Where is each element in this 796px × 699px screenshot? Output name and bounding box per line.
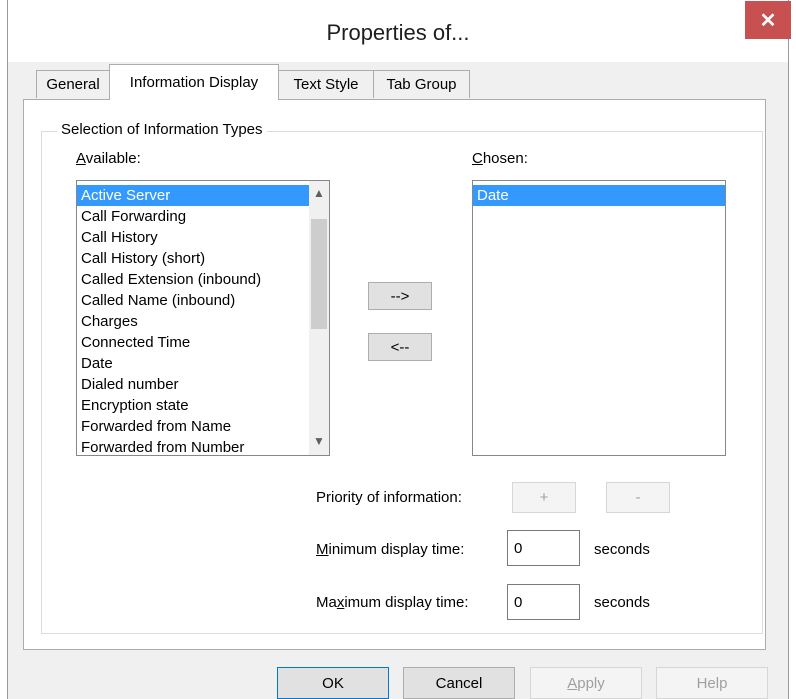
remove-from-chosen-button[interactable]: <--: [368, 333, 432, 361]
available-listbox[interactable]: Active Server Call Forwarding Call History…: [76, 180, 330, 456]
priority-down-button[interactable]: -: [606, 482, 670, 513]
list-item[interactable]: Called Name (inbound): [77, 290, 329, 311]
max-display-time-input[interactable]: 0: [507, 584, 580, 620]
group-legend: Selection of Information Types: [57, 121, 267, 138]
apply-button[interactable]: Apply: [530, 667, 642, 699]
list-item[interactable]: Charges: [77, 311, 329, 332]
scroll-down-icon[interactable]: ▼: [309, 431, 329, 451]
list-item[interactable]: Dialed number: [77, 374, 329, 395]
list-item[interactable]: Date: [77, 353, 329, 374]
list-item[interactable]: Call History: [77, 227, 329, 248]
title-bar: Properties of... ✕: [8, 0, 791, 62]
scroll-up-icon[interactable]: ▲: [309, 183, 329, 203]
list-item[interactable]: Called Extension (inbound): [77, 269, 329, 290]
chosen-listbox[interactable]: Date: [472, 180, 726, 456]
tab-information-display[interactable]: Information Display: [109, 64, 279, 100]
min-display-time-input[interactable]: 0: [507, 530, 580, 566]
ok-button[interactable]: OK: [277, 667, 389, 699]
list-item[interactable]: Call Forwarding: [77, 206, 329, 227]
list-item[interactable]: Call History (short): [77, 248, 329, 269]
max-seconds-label: seconds: [594, 594, 650, 611]
tab-tab-group[interactable]: Tab Group: [373, 70, 470, 98]
close-icon: ✕: [759, 9, 777, 32]
list-item[interactable]: Date: [473, 185, 725, 206]
priority-label: Priority of information:: [316, 489, 462, 506]
cancel-button[interactable]: Cancel: [403, 667, 515, 699]
chosen-label: Chosen:: [472, 150, 528, 167]
list-item[interactable]: Active Server: [77, 185, 329, 206]
min-seconds-label: seconds: [594, 541, 650, 558]
min-display-time-label: Minimum display time:: [316, 541, 465, 558]
available-scrollbar[interactable]: ▲ ▼: [309, 181, 329, 455]
priority-up-button[interactable]: +: [512, 482, 576, 513]
list-item[interactable]: Forwarded from Number: [77, 437, 329, 455]
add-to-chosen-button[interactable]: -->: [368, 282, 432, 310]
help-button[interactable]: Help: [656, 667, 768, 699]
list-item[interactable]: Forwarded from Name: [77, 416, 329, 437]
tab-text-style[interactable]: Text Style: [278, 70, 374, 98]
available-label: Available:: [76, 150, 141, 167]
close-button[interactable]: ✕: [745, 1, 791, 39]
max-display-time-label: Maximum display time:: [316, 594, 469, 611]
list-item[interactable]: Connected Time: [77, 332, 329, 353]
list-item[interactable]: Encryption state: [77, 395, 329, 416]
tab-general[interactable]: General: [36, 70, 110, 98]
scroll-thumb[interactable]: [311, 219, 327, 329]
dialog-title: Properties of...: [326, 20, 470, 45]
tab-strip: General Information Display Text Style T…: [8, 62, 788, 102]
